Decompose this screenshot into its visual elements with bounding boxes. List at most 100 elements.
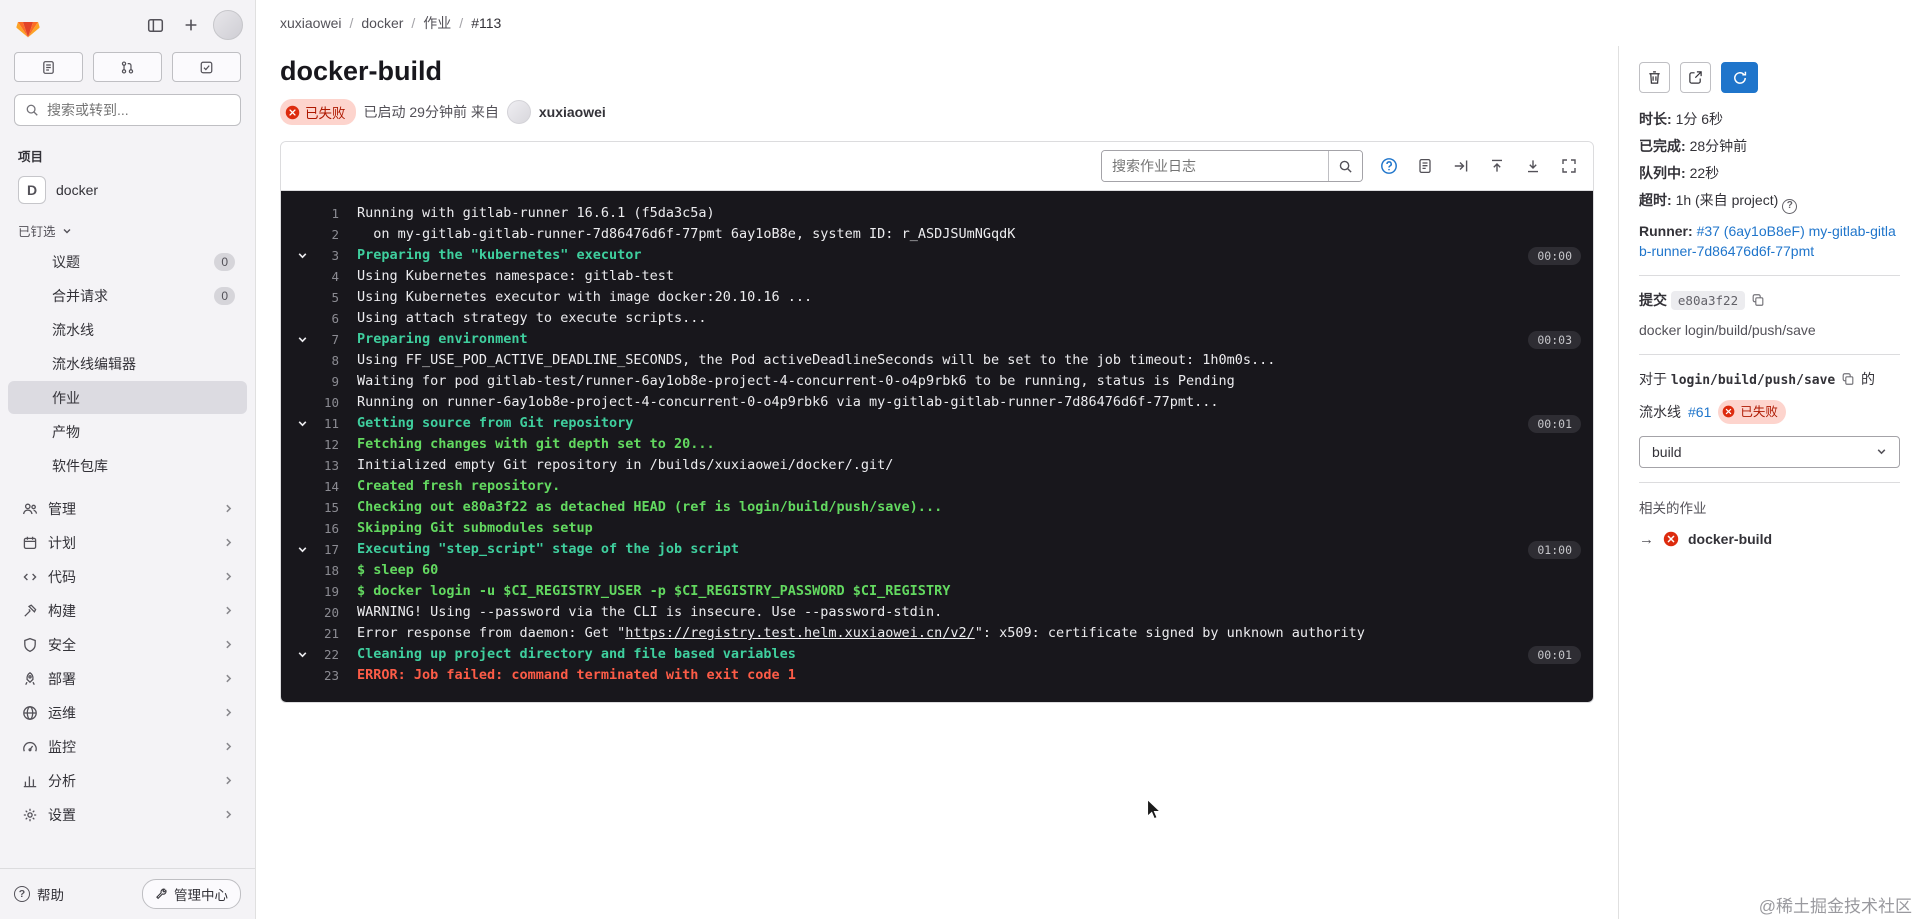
log-line-3[interactable]: 3 Preparing the "kubernetes" executor 00:0… [281, 245, 1593, 266]
retry-button[interactable] [1721, 62, 1758, 93]
log-line-7[interactable]: 7 Preparing environment 00:03 [281, 329, 1593, 350]
user-link[interactable]: xuxiaowei [539, 104, 606, 120]
sidebar-item-plan[interactable]: 计划 [8, 526, 247, 559]
issues-shortcut-button[interactable] [14, 52, 83, 82]
sidebar-item-manage[interactable]: 管理 [8, 492, 247, 525]
sidebar: 项目 D docker 已钉选 议题 0 合并请求 0 流水线流水线编辑器作业产物软件包… [0, 0, 256, 919]
breadcrumb: xuxiaowei / docker / 作业 / #113 [256, 0, 1920, 46]
avatar[interactable] [506, 100, 531, 124]
gitlab-logo-icon[interactable] [14, 12, 42, 39]
log-line-17[interactable]: 17 Executing "step_script" stage of the j… [281, 539, 1593, 560]
line-number[interactable]: 23 [281, 665, 339, 686]
help-button[interactable]: ? 帮助 [14, 884, 64, 904]
sidebar-item-code[interactable]: 代码 [8, 560, 247, 593]
line-number[interactable]: 3 [281, 245, 339, 266]
scroll-bottom-button[interactable] [1523, 156, 1543, 176]
sidebar-item-merge-requests[interactable]: 合并请求 0 [8, 279, 247, 312]
line-number[interactable]: 10 [281, 392, 339, 413]
line-number[interactable]: 22 [281, 644, 339, 665]
sidebar-item-issues[interactable]: 议题 0 [8, 245, 247, 278]
failed-icon [1723, 405, 1735, 418]
line-number[interactable]: 11 [281, 413, 339, 434]
jump-to-failure-button[interactable] [1451, 156, 1471, 176]
line-number[interactable]: 9 [281, 371, 339, 392]
line-number[interactable]: 4 [281, 266, 339, 287]
sidebar-item-jobs[interactable]: 作业 [8, 381, 247, 414]
line-number[interactable]: 5 [281, 287, 339, 308]
sidebar-item-analyze[interactable]: 分析 [8, 764, 247, 797]
job-page: docker-build 已失败 已启动 29分钟前 来自 xuxiaowei [256, 46, 1618, 919]
section-duration: 00:03 [1528, 331, 1581, 349]
sidebar-item-secure[interactable]: 安全 [8, 628, 247, 661]
global-search-field[interactable] [14, 94, 241, 126]
sidebar-item-monitor[interactable]: 监控 [8, 730, 247, 763]
related-job-item[interactable]: → docker-build [1639, 531, 1900, 548]
pipeline-link[interactable]: #61 [1688, 402, 1711, 422]
sidebar-item-package-registry[interactable]: 软件包库 [8, 449, 247, 482]
line-number[interactable]: 21 [281, 623, 339, 644]
line-number[interactable]: 16 [281, 518, 339, 539]
merge-request-shortcut-button[interactable] [93, 52, 162, 82]
user-avatar[interactable] [213, 10, 243, 40]
collapse-sidebar-button[interactable] [141, 11, 169, 39]
timeout-help-icon[interactable]: ? [1782, 198, 1798, 214]
line-number[interactable]: 18 [281, 560, 339, 581]
log-help-button[interactable] [1379, 156, 1399, 176]
line-number[interactable]: 19 [281, 581, 339, 602]
line-number[interactable]: 12 [281, 434, 339, 455]
copy-commit-button[interactable] [1749, 293, 1767, 307]
users-icon [22, 501, 38, 517]
global-search-input[interactable] [47, 102, 230, 118]
log-text: Using attach strategy to execute scripts… [357, 310, 707, 326]
todo-shortcut-button[interactable] [172, 52, 241, 82]
sidebar-item-deploy[interactable]: 部署 [8, 662, 247, 695]
line-number[interactable]: 6 [281, 308, 339, 329]
breadcrumb-user[interactable]: xuxiaowei [280, 15, 341, 31]
log-search-input[interactable] [1102, 151, 1328, 181]
line-number[interactable]: 8 [281, 350, 339, 371]
sidebar-item-pipelines[interactable]: 流水线 [8, 313, 247, 346]
line-number[interactable]: 7 [281, 329, 339, 350]
line-number[interactable]: 17 [281, 539, 339, 560]
sidebar-item-label: 代码 [48, 568, 76, 585]
line-number[interactable]: 2 [281, 224, 339, 245]
raw-log-button[interactable] [1415, 156, 1435, 176]
log-line-14: 14 Created fresh repository. [281, 476, 1593, 497]
browse-button[interactable] [1680, 62, 1711, 93]
scroll-top-button[interactable] [1487, 156, 1507, 176]
sidebar-item-settings[interactable]: 设置 [8, 798, 247, 831]
breadcrumb-project[interactable]: docker [361, 15, 403, 31]
main-column: xuxiaowei / docker / 作业 / #113 docker-bu… [256, 0, 1920, 919]
ref-name[interactable]: login/build/push/save [1671, 373, 1835, 388]
commit-sha[interactable]: e80a3f22 [1670, 290, 1746, 310]
line-number[interactable]: 14 [281, 476, 339, 497]
related-job-name: docker-build [1688, 531, 1773, 547]
sidebar-item-build[interactable]: 构建 [8, 594, 247, 627]
breadcrumb-jobs[interactable]: 作业 [423, 13, 451, 33]
fullscreen-button[interactable] [1559, 156, 1579, 176]
log-link[interactable]: https://registry.test.helm.xuxiaowei.cn/… [625, 625, 975, 641]
chevron-right-icon [223, 503, 235, 515]
line-number[interactable]: 20 [281, 602, 339, 623]
log-line-22[interactable]: 22 Cleaning up project directory and file… [281, 644, 1593, 665]
sidebar-item-label: 合并请求 [52, 287, 108, 304]
sidebar-item-artifacts[interactable]: 产物 [8, 415, 247, 448]
sidebar-item-operate[interactable]: 运维 [8, 696, 247, 729]
copy-icon [1752, 293, 1764, 306]
sidebar-item-pipeline-editor[interactable]: 流水线编辑器 [8, 347, 247, 380]
copy-ref-button[interactable] [1839, 372, 1857, 386]
log-line-11[interactable]: 11 Getting source from Git repository 00:0… [281, 413, 1593, 434]
line-number[interactable]: 13 [281, 455, 339, 476]
stage-dropdown[interactable]: build [1639, 435, 1900, 468]
log-line-19: 19 $ docker login -u $CI_REGISTRY_USER -p… [281, 581, 1593, 602]
line-number[interactable]: 1 [281, 203, 339, 224]
copy-icon [1842, 372, 1854, 385]
sidebar-project-docker[interactable]: D docker [8, 171, 247, 209]
admin-area-button[interactable]: 管理中心 [142, 879, 241, 909]
log-search-button[interactable] [1328, 151, 1362, 181]
erase-job-log-button[interactable] [1639, 62, 1670, 93]
log-line-18: 18 $ sleep 60 [281, 560, 1593, 581]
plus-icon[interactable] [177, 11, 205, 39]
pinned-section-toggle[interactable]: 已钉选 [0, 209, 255, 244]
line-number[interactable]: 15 [281, 497, 339, 518]
